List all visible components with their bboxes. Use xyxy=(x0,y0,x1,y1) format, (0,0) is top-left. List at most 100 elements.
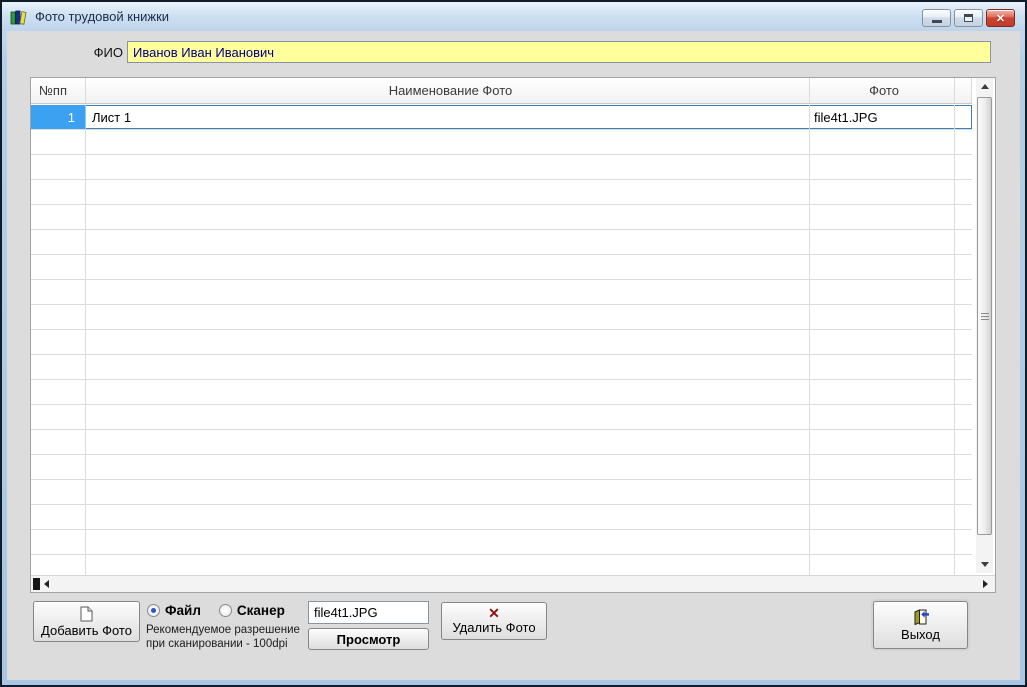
cell-num[interactable] xyxy=(31,430,86,454)
cell-num[interactable] xyxy=(31,555,86,575)
cell-filler[interactable] xyxy=(955,430,972,454)
cell-photo[interactable] xyxy=(810,230,955,254)
cell-photo[interactable] xyxy=(810,405,955,429)
cell-num[interactable] xyxy=(31,380,86,404)
table-row[interactable] xyxy=(31,180,972,205)
cell-photo[interactable] xyxy=(810,505,955,529)
scroll-up-button[interactable] xyxy=(976,78,993,95)
table-row[interactable] xyxy=(31,155,972,180)
cell-name[interactable] xyxy=(86,430,810,454)
cell-photo[interactable] xyxy=(810,330,955,354)
radio-file-circle[interactable] xyxy=(147,604,160,617)
table-row[interactable] xyxy=(31,255,972,280)
cell-num[interactable] xyxy=(31,480,86,504)
cell-filler[interactable] xyxy=(955,455,972,479)
cell-photo[interactable] xyxy=(810,130,955,154)
table-row[interactable] xyxy=(31,330,972,355)
cell-num[interactable] xyxy=(31,230,86,254)
cell-photo[interactable] xyxy=(810,155,955,179)
cell-filler[interactable] xyxy=(955,205,972,229)
cell-name[interactable] xyxy=(86,305,810,329)
cell-name[interactable] xyxy=(86,330,810,354)
cell-name[interactable]: Лист 1 xyxy=(86,105,810,129)
cell-photo[interactable] xyxy=(810,280,955,304)
cell-name[interactable] xyxy=(86,505,810,529)
cell-filler[interactable] xyxy=(955,305,972,329)
cell-num[interactable] xyxy=(31,355,86,379)
close-button[interactable]: ✕ xyxy=(986,9,1015,27)
table-row[interactable] xyxy=(31,230,972,255)
cell-num[interactable] xyxy=(31,455,86,479)
cell-num[interactable] xyxy=(31,205,86,229)
cell-num[interactable] xyxy=(31,255,86,279)
cell-num[interactable] xyxy=(31,130,86,154)
cell-name[interactable] xyxy=(86,280,810,304)
table-row[interactable] xyxy=(31,430,972,455)
cell-name[interactable] xyxy=(86,205,810,229)
radio-source-file[interactable]: Файл xyxy=(147,603,201,618)
cell-filler[interactable] xyxy=(955,255,972,279)
cell-filler[interactable] xyxy=(955,355,972,379)
cell-num[interactable] xyxy=(31,180,86,204)
fio-input[interactable] xyxy=(127,41,991,63)
cell-name[interactable] xyxy=(86,255,810,279)
table-row[interactable] xyxy=(31,380,972,405)
cell-filler[interactable] xyxy=(955,405,972,429)
minimize-button[interactable] xyxy=(922,9,951,27)
table-row[interactable] xyxy=(31,305,972,330)
radio-source-scanner[interactable]: Сканер xyxy=(218,603,285,618)
horizontal-scrollbar[interactable] xyxy=(31,575,995,592)
cell-num[interactable] xyxy=(31,405,86,429)
scroll-left-button[interactable] xyxy=(44,580,49,588)
cell-photo[interactable] xyxy=(810,455,955,479)
cell-name[interactable] xyxy=(86,155,810,179)
filename-input[interactable] xyxy=(308,601,429,624)
cell-photo[interactable] xyxy=(810,355,955,379)
cell-num[interactable] xyxy=(31,280,86,304)
preview-button[interactable]: Просмотр xyxy=(308,628,429,650)
cell-num[interactable]: 1 xyxy=(31,105,86,129)
cell-filler[interactable] xyxy=(955,180,972,204)
cell-name[interactable] xyxy=(86,130,810,154)
cell-name[interactable] xyxy=(86,180,810,204)
table-row[interactable] xyxy=(31,480,972,505)
scroll-right-button[interactable] xyxy=(983,580,988,588)
cell-filler[interactable] xyxy=(955,105,972,129)
maximize-button[interactable] xyxy=(954,9,983,27)
table-row[interactable] xyxy=(31,130,972,155)
add-photo-button[interactable]: Добавить Фото xyxy=(33,601,140,642)
cell-filler[interactable] xyxy=(955,505,972,529)
cell-photo[interactable] xyxy=(810,480,955,504)
cell-photo[interactable]: file4t1.JPG xyxy=(810,105,955,129)
exit-button[interactable]: Выход xyxy=(873,601,968,649)
cell-filler[interactable] xyxy=(955,480,972,504)
cell-name[interactable] xyxy=(86,455,810,479)
table-row[interactable] xyxy=(31,355,972,380)
cell-filler[interactable] xyxy=(955,155,972,179)
vertical-scrollbar[interactable] xyxy=(976,78,993,573)
cell-num[interactable] xyxy=(31,530,86,554)
table-row[interactable] xyxy=(31,555,972,575)
cell-filler[interactable] xyxy=(955,380,972,404)
cell-photo[interactable] xyxy=(810,305,955,329)
cell-name[interactable] xyxy=(86,380,810,404)
cell-photo[interactable] xyxy=(810,430,955,454)
delete-photo-button[interactable]: ✕ Удалить Фото xyxy=(441,602,547,640)
cell-num[interactable] xyxy=(31,505,86,529)
cell-name[interactable] xyxy=(86,355,810,379)
cell-filler[interactable] xyxy=(955,530,972,554)
table-row[interactable] xyxy=(31,455,972,480)
cell-name[interactable] xyxy=(86,405,810,429)
cell-photo[interactable] xyxy=(810,530,955,554)
vertical-scrollbar-thumb[interactable] xyxy=(977,97,992,535)
table-row[interactable] xyxy=(31,505,972,530)
cell-filler[interactable] xyxy=(955,330,972,354)
cell-filler[interactable] xyxy=(955,555,972,575)
cell-photo[interactable] xyxy=(810,205,955,229)
cell-photo[interactable] xyxy=(810,180,955,204)
cell-filler[interactable] xyxy=(955,230,972,254)
cell-name[interactable] xyxy=(86,480,810,504)
cell-photo[interactable] xyxy=(810,380,955,404)
cell-filler[interactable] xyxy=(955,280,972,304)
table-row[interactable]: 1 Лист 1 file4t1.JPG xyxy=(31,105,972,130)
